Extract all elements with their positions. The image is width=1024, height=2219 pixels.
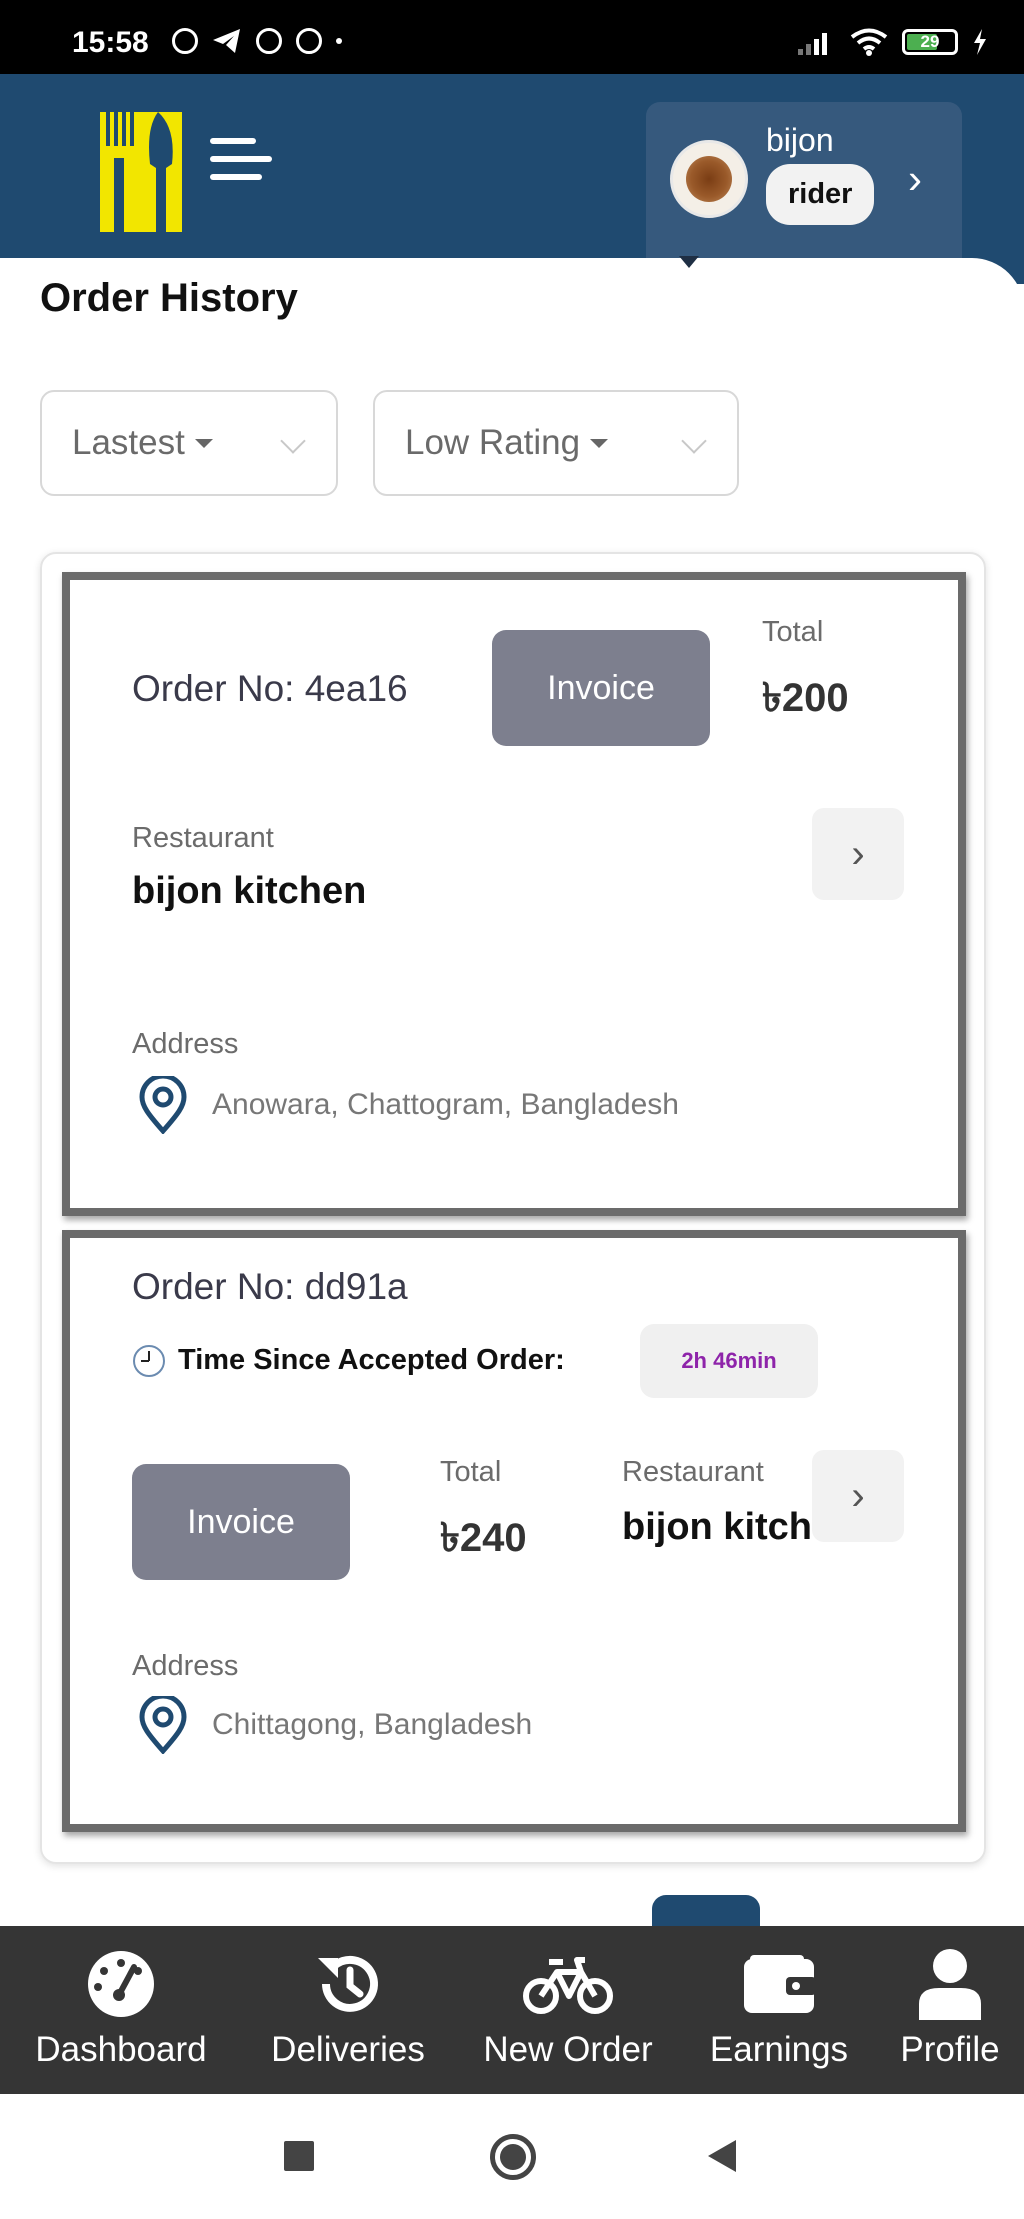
profile-card-caret bbox=[679, 256, 699, 268]
address-label: Address bbox=[132, 1028, 239, 1060]
restaurant-name: bijon kitch bbox=[622, 1506, 812, 1548]
order-card: Order No: 4ea16 Invoice Total ৳200 Resta… bbox=[62, 572, 966, 1216]
charging-icon bbox=[974, 29, 986, 55]
avatar bbox=[670, 140, 748, 218]
caret-down-icon bbox=[194, 438, 213, 448]
user-name: bijon bbox=[766, 122, 834, 158]
nav-new-order[interactable]: New Order bbox=[466, 1946, 670, 2070]
wallet-icon bbox=[744, 1955, 816, 2013]
address-label: Address bbox=[132, 1650, 239, 1682]
nav-dashboard[interactable]: Dashboard bbox=[10, 1946, 232, 2070]
order-card: Order No: dd91a Time Since Accepted Orde… bbox=[62, 1230, 966, 1832]
bicycle-icon bbox=[523, 1957, 613, 2014]
nav-earnings-label: Earnings bbox=[709, 2030, 849, 2069]
battery-icon: 29 bbox=[902, 29, 958, 55]
home-button-icon[interactable] bbox=[490, 2134, 536, 2180]
nav-profile-label: Profile bbox=[900, 2030, 1000, 2069]
fork-knife-logo-icon bbox=[100, 112, 182, 232]
order-address: Chittagong, Bangladesh bbox=[212, 1708, 533, 1741]
clock-icon bbox=[133, 1345, 165, 1377]
sort-dropdown[interactable]: Lastest bbox=[40, 390, 338, 496]
recents-button-icon[interactable] bbox=[284, 2141, 314, 2171]
order-history-page: Order History Lastest Low Rating Order N… bbox=[0, 258, 1024, 1928]
bottom-nav: Dashboard Deliveries New Order Earnings … bbox=[0, 1926, 1024, 2094]
dot-icon bbox=[336, 38, 342, 44]
back-button-icon[interactable] bbox=[706, 2138, 738, 2174]
nav-deliveries[interactable]: Deliveries bbox=[250, 1946, 446, 2070]
status-bar: 15:58 29 bbox=[0, 0, 1024, 74]
caret-down-icon bbox=[590, 438, 609, 448]
chevron-down-icon bbox=[280, 428, 306, 454]
battery-level: 29 bbox=[920, 32, 940, 51]
chevron-right-icon: › bbox=[908, 155, 922, 202]
chevron-down-icon bbox=[681, 428, 707, 454]
restaurant-label: Restaurant bbox=[132, 822, 274, 854]
nav-earnings[interactable]: Earnings bbox=[690, 1946, 868, 2070]
user-icon bbox=[919, 1949, 981, 2020]
nav-profile[interactable]: Profile bbox=[880, 1946, 1020, 2070]
status-notification-icons bbox=[172, 28, 342, 54]
chevron-right-icon: › bbox=[851, 1473, 865, 1518]
telegram-icon bbox=[213, 29, 240, 53]
time-since-accepted-label: Time Since Accepted Order: bbox=[178, 1344, 565, 1376]
user-profile-card[interactable]: bijon rider › bbox=[646, 102, 962, 282]
total-label: Total bbox=[440, 1456, 502, 1488]
status-time: 15:58 bbox=[72, 26, 149, 59]
alarm-icon bbox=[172, 28, 198, 54]
order-number: Order No: dd91a bbox=[132, 1266, 408, 1307]
rating-filter-label: Low Rating bbox=[405, 423, 581, 462]
chevron-right-icon: › bbox=[851, 831, 865, 876]
total-label: Total bbox=[762, 616, 824, 648]
time-since-accepted-badge: 2h 46min bbox=[640, 1324, 818, 1398]
order-number: Order No: 4ea16 bbox=[132, 668, 408, 709]
invoice-button[interactable]: Invoice bbox=[492, 630, 710, 746]
order-details-button[interactable]: › bbox=[812, 1450, 904, 1542]
user-role-badge: rider bbox=[766, 164, 875, 225]
page-title: Order History bbox=[40, 276, 298, 320]
invoice-button[interactable]: Invoice bbox=[132, 1464, 350, 1580]
app-notification-icon-2 bbox=[296, 28, 322, 54]
system-nav-bar bbox=[0, 2094, 1024, 2219]
location-pin-icon bbox=[139, 1076, 187, 1134]
order-total: ৳200 bbox=[762, 676, 849, 720]
nav-new-order-label: New Order bbox=[483, 2030, 653, 2069]
restaurant-name: bijon kitchen bbox=[132, 870, 367, 912]
wifi-icon bbox=[850, 28, 888, 56]
nav-deliveries-label: Deliveries bbox=[271, 2030, 425, 2069]
restaurant-label: Restaurant bbox=[622, 1456, 764, 1488]
signal-icon bbox=[798, 33, 827, 55]
order-details-button[interactable]: › bbox=[812, 808, 904, 900]
nav-dashboard-label: Dashboard bbox=[35, 2030, 207, 2069]
app-notification-icon bbox=[256, 28, 282, 54]
history-icon bbox=[318, 1955, 378, 2012]
order-list: Order No: 4ea16 Invoice Total ৳200 Resta… bbox=[40, 552, 986, 1864]
rating-filter-dropdown[interactable]: Low Rating bbox=[373, 390, 739, 496]
dashboard-gauge-icon bbox=[88, 1951, 154, 2017]
order-total: ৳240 bbox=[440, 1516, 527, 1560]
sort-dropdown-label: Lastest bbox=[72, 423, 185, 462]
location-pin-icon bbox=[139, 1696, 187, 1754]
menu-hamburger-icon[interactable] bbox=[210, 138, 272, 192]
order-address: Anowara, Chattogram, Bangladesh bbox=[212, 1088, 679, 1121]
status-system-icons: 29 bbox=[796, 28, 988, 56]
